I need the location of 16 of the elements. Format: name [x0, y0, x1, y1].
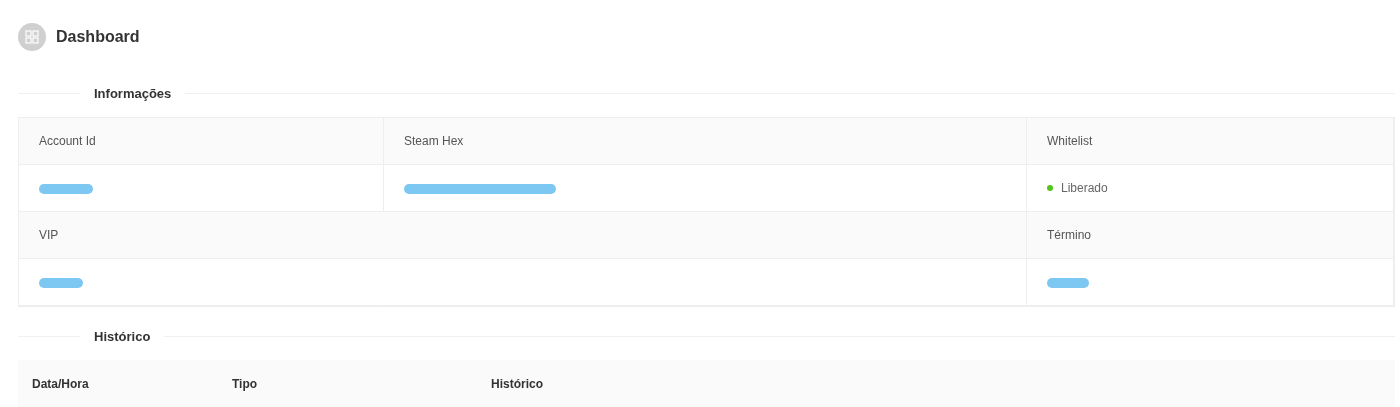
field-value: Liberado [1061, 181, 1108, 195]
column-header: Data/Hora [31, 377, 90, 391]
page-title: Dashboard [56, 28, 140, 46]
field-label: Whitelist [1047, 134, 1093, 148]
redaction-mark [39, 184, 93, 194]
column-header: Histórico [491, 377, 543, 391]
column-header: Tipo [232, 377, 259, 391]
section-title: Informações [93, 85, 173, 101]
field-label: Account Id [39, 134, 96, 148]
field-label: Steam Hex [404, 134, 464, 148]
field-label: VIP [39, 228, 59, 242]
section-title: Histórico [93, 328, 152, 344]
dashboard-icon [18, 23, 46, 51]
redaction-mark [39, 278, 83, 288]
field-label: Término [1047, 228, 1091, 242]
redaction-mark [1047, 278, 1089, 288]
